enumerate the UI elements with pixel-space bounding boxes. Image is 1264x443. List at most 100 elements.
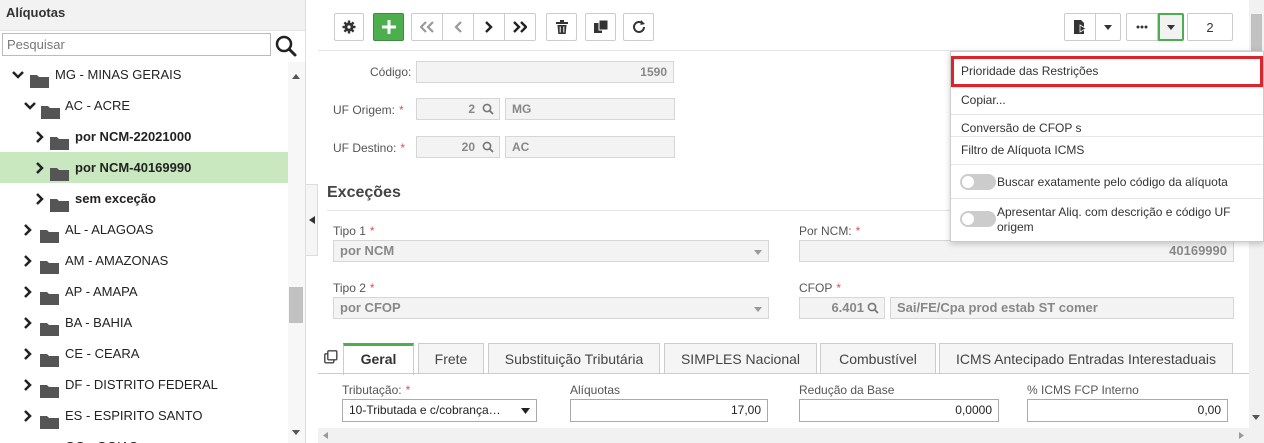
tab-substituicao-tributaria[interactable]: Substituição Tributária — [488, 343, 660, 374]
codigo-field[interactable]: 1590 — [416, 61, 674, 83]
chevron-right-icon[interactable] — [21, 214, 35, 245]
gear-icon — [342, 20, 356, 34]
more-options-button[interactable] — [1126, 13, 1158, 41]
tree-item-es[interactable]: ES - ESPIRITO SANTO — [0, 400, 288, 431]
uf-origem-code: 2 — [468, 102, 475, 116]
tab-geral[interactable]: Geral — [343, 343, 414, 375]
clone-icon[interactable] — [324, 350, 338, 364]
caret-down-icon — [521, 408, 530, 414]
scrollbar-thumb[interactable] — [1251, 14, 1262, 54]
chevron-right-icon[interactable] — [21, 400, 35, 431]
tipo1-select[interactable]: por NCM — [333, 240, 769, 262]
menu-item-copiar[interactable]: Copiar... — [951, 87, 1263, 114]
search-icon[interactable] — [482, 141, 494, 153]
scroll-down-icon[interactable] — [292, 430, 300, 435]
tree-item-ce[interactable]: CE - CEARA — [0, 338, 288, 369]
tree-item-label: sem exceção — [75, 191, 156, 206]
tipo1-value: por NCM — [340, 243, 395, 258]
uf-origem-name-field: MG — [505, 98, 675, 120]
chevron-down-icon[interactable] — [23, 90, 37, 121]
aliquotas-input[interactable]: 17,00 — [570, 399, 768, 422]
tipo1-label: Tipo 1 * — [333, 224, 375, 238]
options-dropdown-button[interactable] — [1158, 13, 1184, 41]
por-ncm-label: Por NCM: * — [799, 224, 861, 238]
toggle-apresentar-aliq-label-line2: origem — [997, 220, 1034, 234]
tab-combustivel[interactable]: Combustível — [820, 343, 936, 374]
tree-item-mg[interactable]: MG - MINAS GERAIS — [0, 59, 288, 90]
sidebar-scrollbar[interactable] — [288, 62, 305, 443]
uf-destino-name-field: AC — [505, 136, 675, 158]
search-input[interactable] — [2, 33, 271, 56]
scroll-left-icon[interactable] — [323, 432, 328, 439]
chevron-right-icon[interactable] — [33, 152, 47, 183]
tree-item-label: CE - CEARA — [65, 346, 140, 361]
tree-item-label: por NCM-40169990 — [75, 160, 192, 175]
tributacao-select[interactable]: 10-Tributada e c/cobrança… — [342, 399, 537, 422]
chevron-down-icon[interactable] — [11, 59, 25, 90]
previous-record-button[interactable] — [442, 13, 474, 41]
toggle-buscar-exatamente[interactable] — [960, 174, 996, 190]
chevron-right-icon[interactable] — [33, 121, 47, 152]
chevron-right-icon[interactable] — [21, 307, 35, 338]
tree-item-am[interactable]: AM - AMAZONAS — [0, 245, 288, 276]
first-record-button[interactable] — [411, 13, 443, 41]
chevron-right-icon[interactable] — [21, 369, 35, 400]
tree-item-label: AL - ALAGOAS — [65, 222, 154, 237]
folder-icon — [41, 99, 60, 119]
record-index-field[interactable]: 2 — [1187, 13, 1233, 41]
tree-item-label: BA - BAHIA — [65, 315, 133, 330]
horizontal-scrollbar[interactable] — [318, 428, 1249, 443]
menu-item-filtro-aliquota[interactable]: Filtro de Alíquota ICMS — [951, 137, 1263, 164]
menu-item-prioridade-restricoes[interactable]: Prioridade das Restrições — [951, 56, 1263, 87]
sidebar-title: Alíquotas — [0, 0, 305, 31]
tree-item-label: MG - MINAS GERAIS — [55, 67, 182, 82]
search-icon[interactable] — [867, 302, 879, 314]
refresh-button[interactable] — [623, 13, 654, 41]
copy-button[interactable] — [585, 13, 616, 41]
chevron-right-icon[interactable] — [21, 276, 35, 307]
tab-frete[interactable]: Frete — [418, 343, 484, 374]
tree-item-ncm-22021000[interactable]: por NCM-22021000 — [0, 121, 288, 152]
chevron-right-icon[interactable] — [21, 338, 35, 369]
next-record-button[interactable] — [473, 13, 505, 41]
scroll-right-icon[interactable] — [1239, 432, 1244, 439]
options-dropdown-menu: Prioridade das Restrições Copiar... Conv… — [950, 51, 1264, 242]
tipo2-select[interactable]: por CFOP — [333, 297, 769, 319]
tree-item-ac[interactable]: AC - ACRE — [0, 90, 288, 121]
chevron-right-icon[interactable] — [21, 245, 35, 276]
delete-button[interactable] — [546, 13, 577, 41]
last-record-button[interactable] — [504, 13, 536, 41]
search-icon[interactable] — [274, 34, 298, 58]
por-ncm-field[interactable]: 40169990 — [799, 240, 1234, 262]
fcp-interno-input[interactable]: 0,00 — [1027, 399, 1228, 422]
chevron-right-icon[interactable] — [33, 183, 47, 214]
tab-simples-nacional[interactable]: SIMPLES Nacional — [664, 343, 817, 374]
scrollbar-thumb[interactable] — [289, 287, 303, 323]
scroll-up-icon[interactable] — [292, 74, 300, 79]
scroll-down-icon[interactable] — [1252, 415, 1260, 420]
toggle-apresentar-aliq[interactable] — [960, 211, 996, 227]
plus-icon — [381, 20, 396, 34]
reducao-base-input[interactable]: 0,0000 — [799, 399, 999, 422]
tree-item-go[interactable]: GO - GOIAS — [0, 431, 288, 443]
fcp-interno-label: % ICMS FCP Interno — [1027, 383, 1139, 397]
report-button[interactable] — [1064, 13, 1096, 41]
tabs-divider — [318, 373, 1249, 374]
folder-icon — [30, 68, 49, 88]
search-icon[interactable] — [482, 103, 494, 115]
tree-item-df[interactable]: DF - DISTRITO FEDERAL — [0, 369, 288, 400]
tree-item-al[interactable]: AL - ALAGOAS — [0, 214, 288, 245]
tree-item-ba[interactable]: BA - BAHIA — [0, 307, 288, 338]
report-dropdown-button[interactable] — [1095, 13, 1121, 41]
tab-icms-antecipado[interactable]: ICMS Antecipado Entradas Interestaduais — [939, 343, 1233, 374]
tree-item-sem-excecao[interactable]: sem exceção — [0, 183, 288, 214]
folder-icon — [40, 223, 59, 243]
folder-icon — [40, 347, 59, 367]
settings-button[interactable] — [334, 13, 364, 41]
collapse-sidebar-button[interactable] — [306, 184, 318, 256]
tree-item-ncm-40169990[interactable]: por NCM-40169990 — [0, 152, 288, 183]
toggle-apresentar-aliq-label: Apresentar Aliq. com descrição e código … — [997, 205, 1230, 235]
tree-item-ap[interactable]: AP - AMAPA — [0, 276, 288, 307]
add-button[interactable] — [373, 13, 404, 41]
tipo2-label: Tipo 2 * — [333, 281, 375, 295]
